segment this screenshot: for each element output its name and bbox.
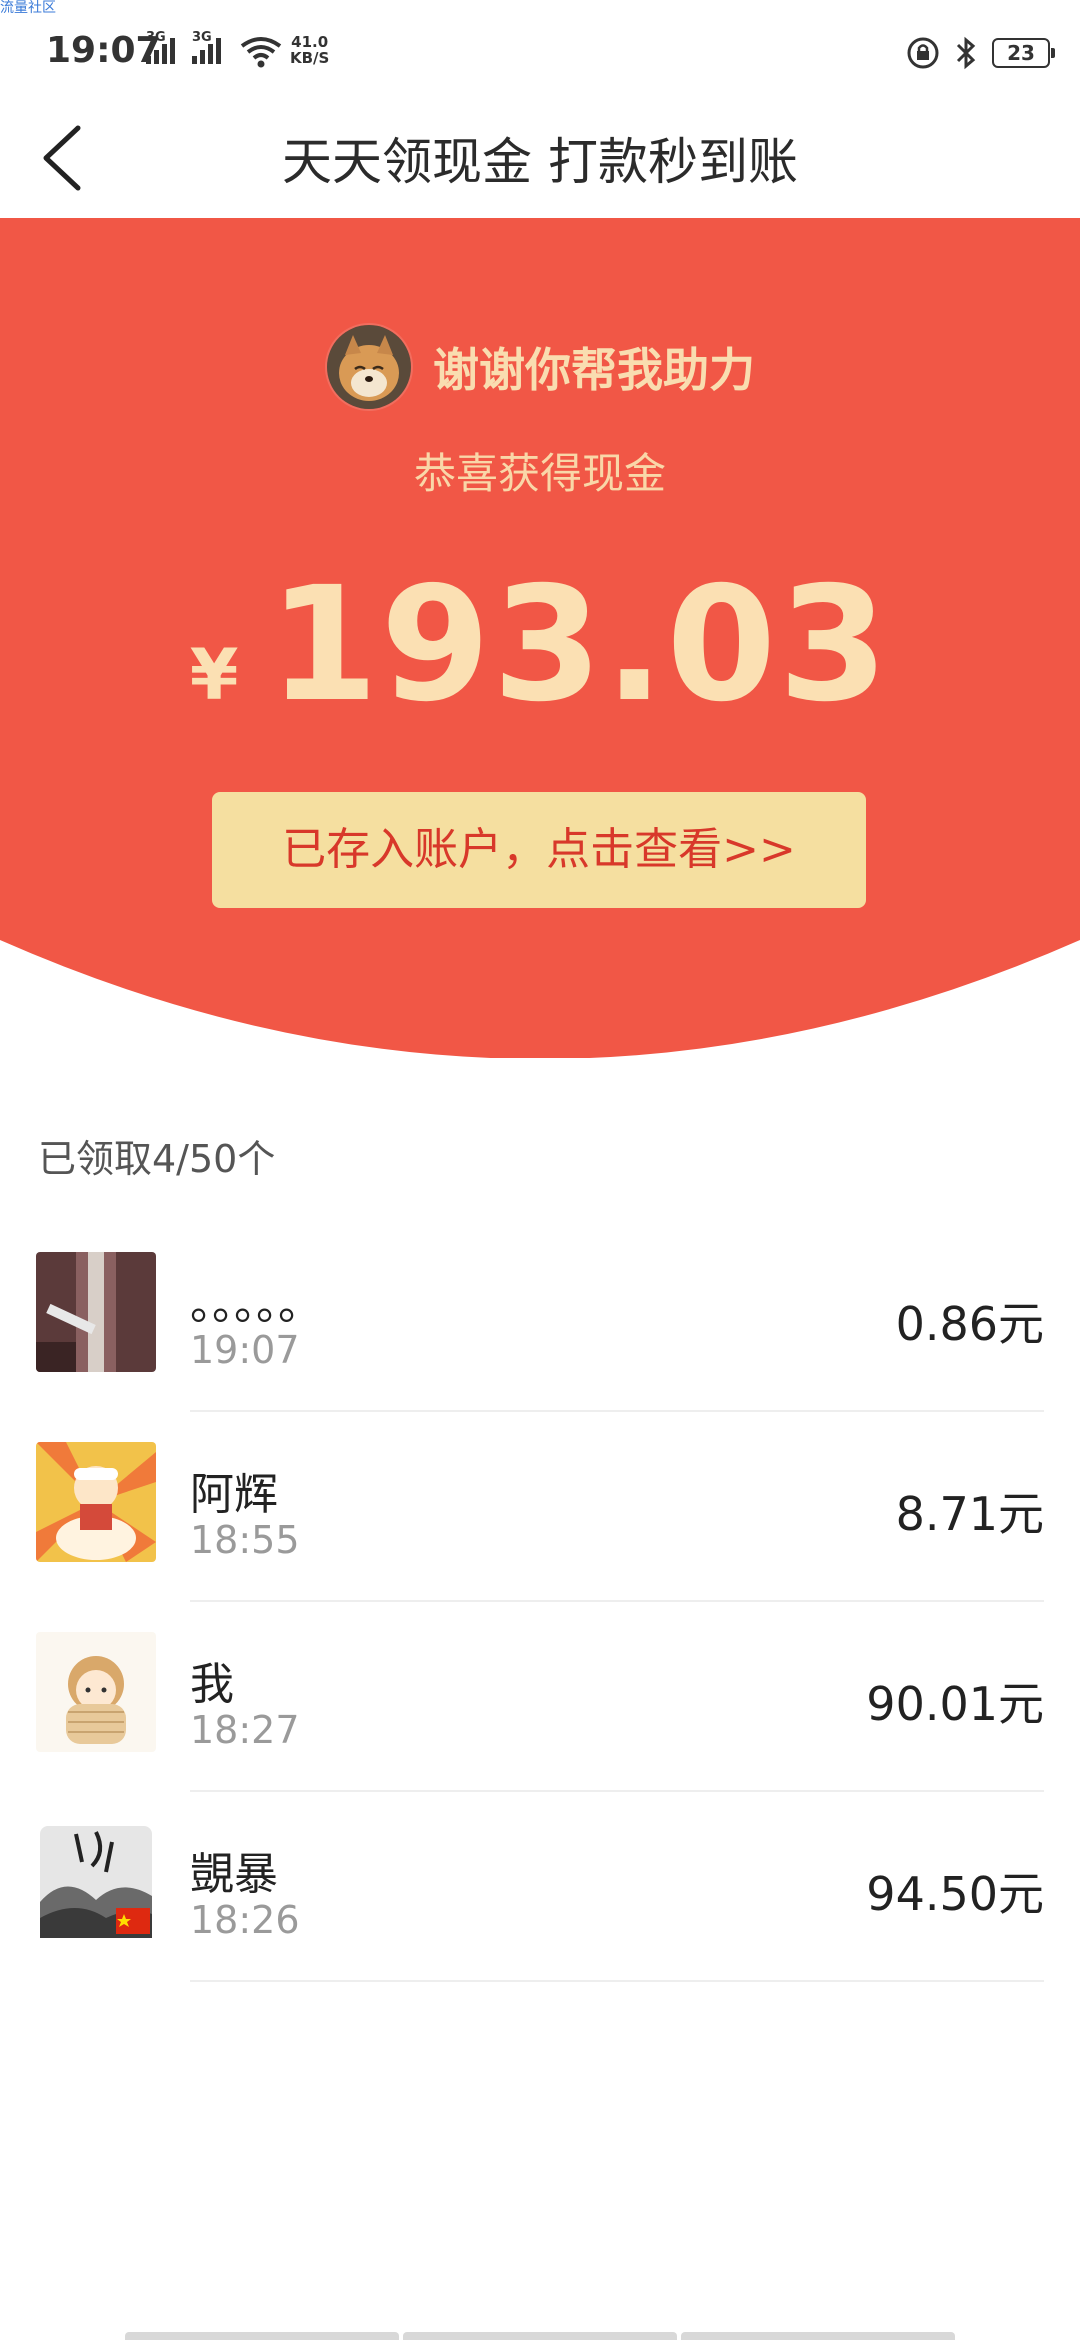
list-item-name: 。。。。。 <box>190 1279 322 1330</box>
avatar <box>36 1632 156 1752</box>
avatar-image <box>36 1632 156 1752</box>
reward-hero: 谢谢你帮我助力 恭喜获得现金 ¥ 193.03 已存入账户，点击查看>> <box>0 218 1080 1058</box>
network-speed-value: 41.0 <box>291 33 329 51</box>
list-item-name: 阿辉 <box>190 1469 278 1520</box>
avatar <box>36 1822 156 1942</box>
list-item[interactable]: 。。。。。 19:07 0.86元 <box>0 1222 1080 1412</box>
signal-icon-2: 3G <box>192 30 221 64</box>
list-item[interactable]: 我 18:27 90.01元 <box>0 1602 1080 1792</box>
avatar <box>36 1252 156 1372</box>
list-item-amount: 94.50元 <box>866 1867 1044 1921</box>
list-item-amount: 90.01元 <box>866 1677 1044 1731</box>
avatar-image <box>36 1252 156 1372</box>
hero-thanks-text: 谢谢你帮我助力 <box>433 343 755 397</box>
lock-rotation-icon <box>907 37 939 69</box>
list-item[interactable]: 阿辉 18:55 8.71元 <box>0 1412 1080 1602</box>
list-item[interactable]: 覬暴 18:26 94.50元 <box>0 1792 1080 1982</box>
wifi-icon <box>240 37 282 68</box>
list-item-amount: 0.86元 <box>895 1297 1044 1351</box>
list-item-time: 18:55 <box>190 1518 300 1562</box>
network-speed: 41.0 KB/S <box>290 34 329 66</box>
list-item-time: 19:07 <box>190 1328 300 1372</box>
app-header: 天天领现金 打款秒到账 <box>0 100 1080 218</box>
helper-list: 。。。。。 19:07 0.86元 阿辉 18:55 8.71元 我 18:27… <box>0 1222 1080 1982</box>
hero-subtitle: 恭喜获得现金 <box>413 449 666 498</box>
status-time: 19:07 <box>46 30 161 71</box>
hero-user: 谢谢你帮我助力 <box>0 323 1080 411</box>
avatar[interactable] <box>325 323 413 411</box>
page-title: 天天领现金 打款秒到账 <box>282 133 798 191</box>
network-speed-unit: KB/S <box>290 49 330 67</box>
list-item-time: 18:26 <box>190 1898 300 1942</box>
list-item-amount: 8.71元 <box>895 1487 1044 1541</box>
avatar-image <box>36 1442 156 1562</box>
avatar-image <box>40 1826 152 1938</box>
view-account-button[interactable]: 已存入账户，点击查看>> <box>212 792 866 908</box>
list-item-time: 18:27 <box>190 1708 300 1752</box>
bluetooth-icon <box>956 36 976 70</box>
amount-value: 193.03 <box>268 553 891 737</box>
signal-label: 3G <box>146 30 166 45</box>
received-count: 已领取4/50个 <box>38 1137 276 1181</box>
currency-symbol: ¥ <box>189 634 239 716</box>
bottom-scroll-indicator <box>125 2332 955 2340</box>
signal-icon: 3G <box>146 30 175 64</box>
battery-icon: 23 <box>992 38 1055 68</box>
avatar <box>36 1442 156 1562</box>
reward-amount: ¥ 193.03 <box>0 553 1080 737</box>
list-item-name: 覬暴 <box>190 1849 278 1900</box>
status-bar: 19:07 3G 3G 41.0 KB/S 23 <box>0 0 1080 100</box>
divider <box>190 1980 1044 1982</box>
signal-label-2: 3G <box>192 30 212 45</box>
shiba-avatar-image <box>327 325 411 409</box>
list-item-name: 我 <box>190 1659 234 1710</box>
